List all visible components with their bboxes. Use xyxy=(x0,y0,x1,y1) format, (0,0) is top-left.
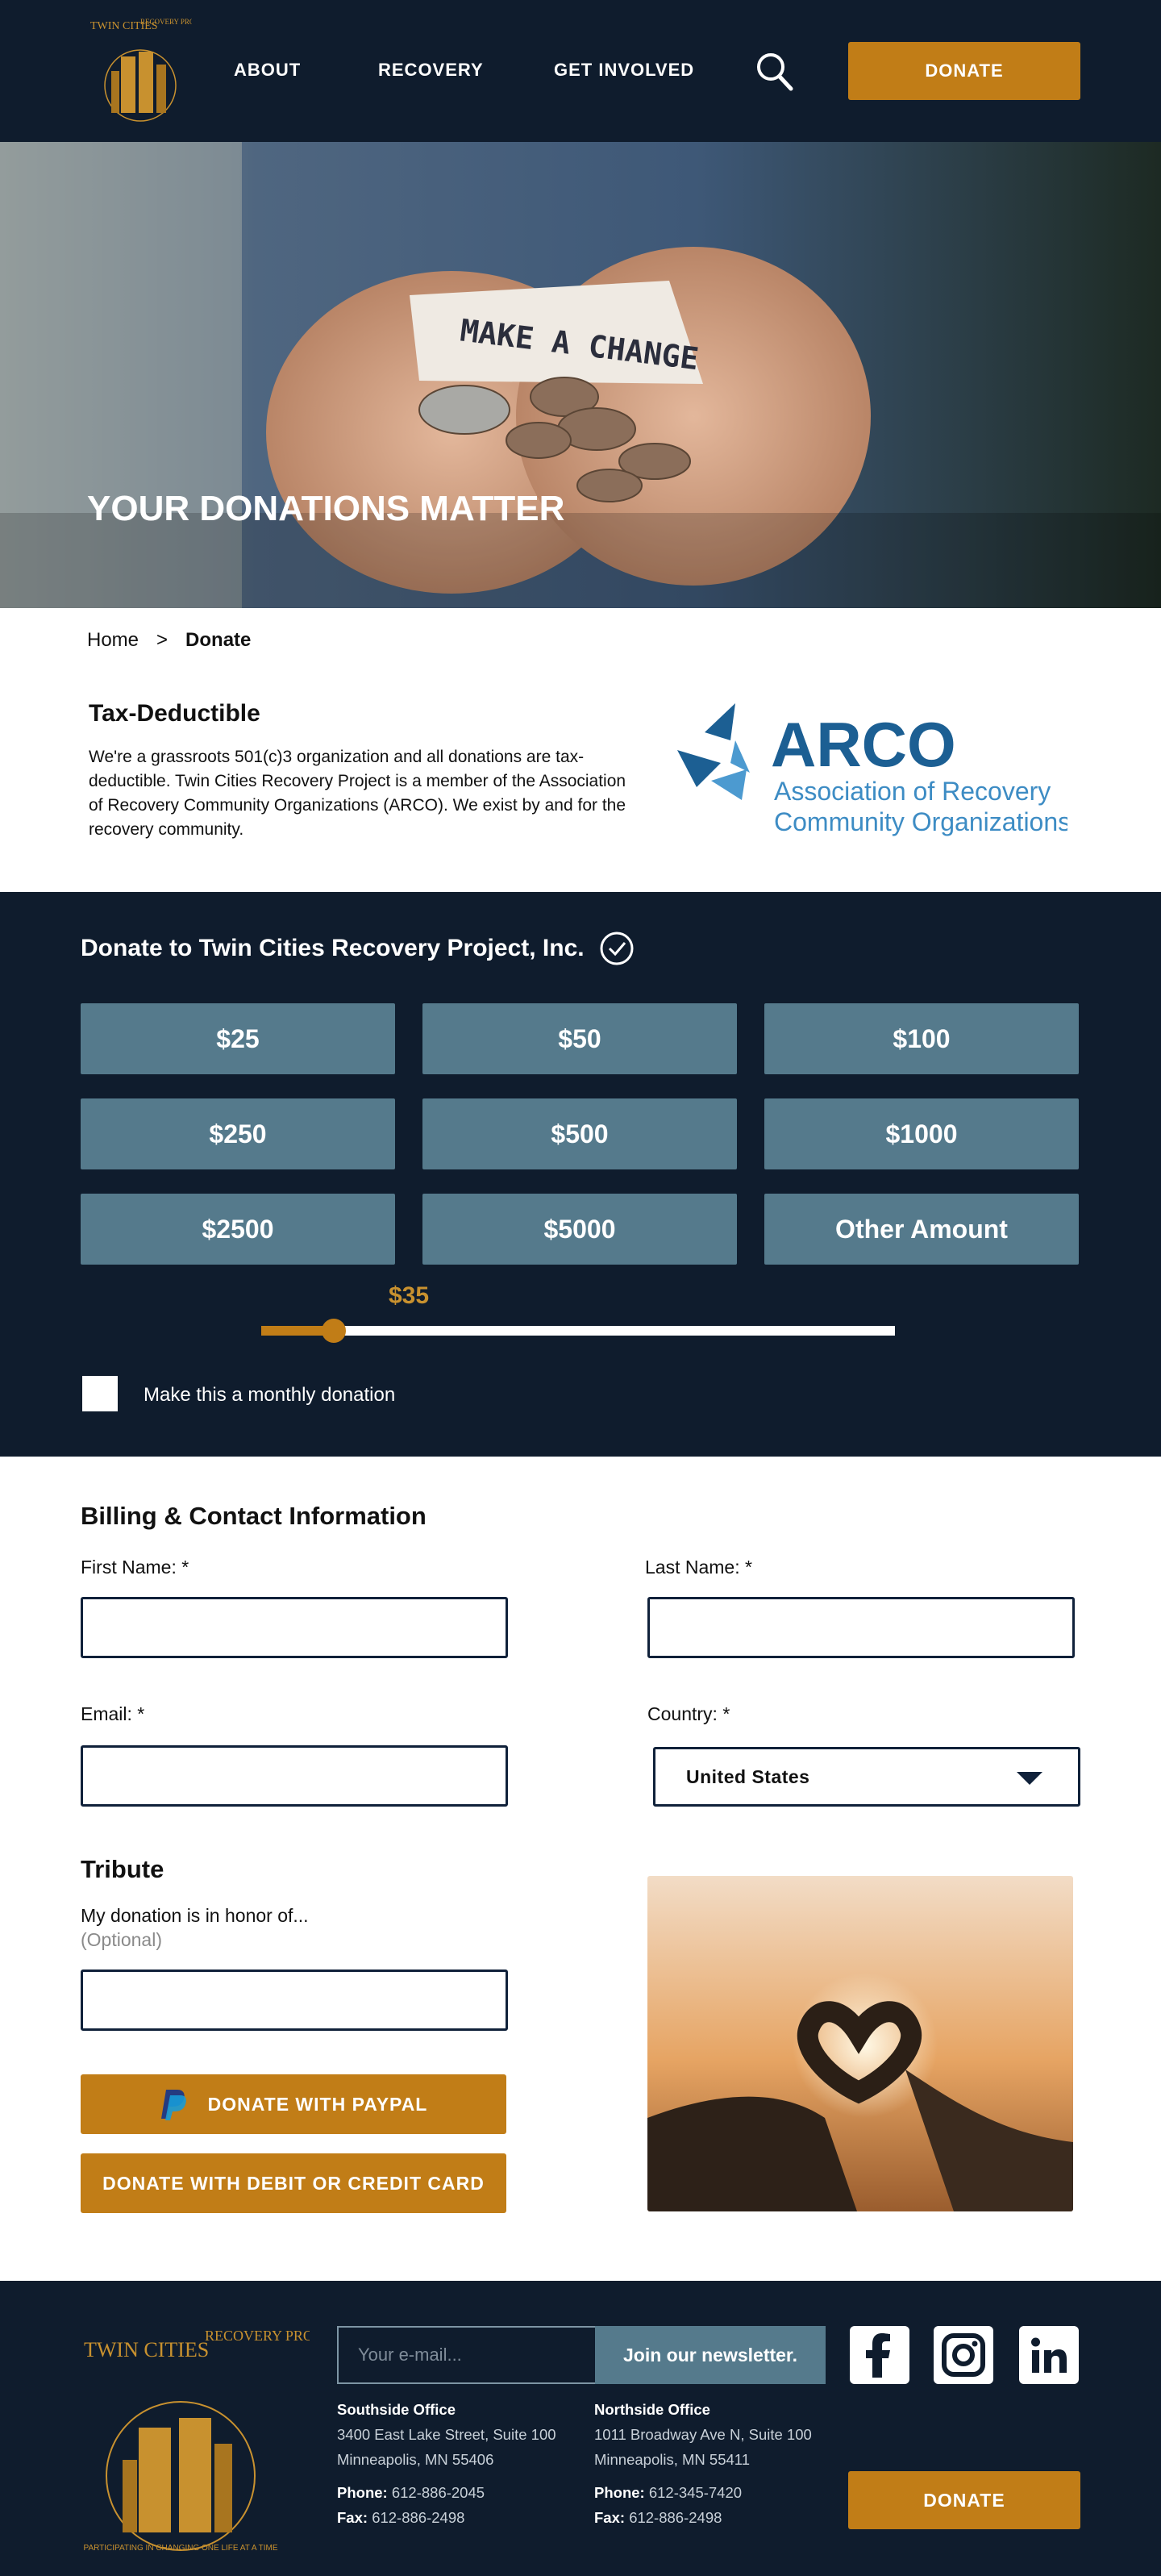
facebook-icon[interactable] xyxy=(850,2326,909,2384)
monthly-checkbox[interactable] xyxy=(82,1376,118,1411)
svg-text:RECOVERY PROJECT INC.: RECOVERY PROJECT INC. xyxy=(205,2328,310,2344)
amount-100[interactable]: $100 xyxy=(764,1003,1079,1074)
check-circle-icon xyxy=(600,932,634,965)
donate-footer-button[interactable]: DONATE xyxy=(848,2471,1080,2529)
instagram-icon[interactable] xyxy=(934,2326,993,2384)
newsletter-join-button[interactable]: Join our newsletter. xyxy=(595,2326,826,2384)
newsletter-form: Your e-mail... Join our newsletter. xyxy=(337,2326,826,2384)
amount-2500[interactable]: $2500 xyxy=(81,1194,395,1265)
donate-card-button[interactable]: DONATE WITH DEBIT OR CREDIT CARD xyxy=(81,2153,506,2213)
donate-title: Donate to Twin Cities Recovery Project, … xyxy=(81,931,635,966)
tax-title: Tax-Deductible xyxy=(89,700,260,727)
svg-text:RECOVERY PROJECT INC.: RECOVERY PROJECT INC. xyxy=(140,18,192,26)
breadcrumb-current: Donate xyxy=(185,629,252,651)
billing-title: Billing & Contact Information xyxy=(81,1502,427,1530)
tribute-field[interactable] xyxy=(81,1970,508,2031)
hero-banner: MAKE A CHANGE xyxy=(0,142,1161,608)
search-icon[interactable] xyxy=(755,50,795,94)
arco-logo[interactable]: ARCO Association of Recovery Community O… xyxy=(672,692,1071,845)
amount-25[interactable]: $25 xyxy=(81,1003,395,1074)
svg-text:ARCO: ARCO xyxy=(771,709,956,780)
svg-text:PARTICIPATING IN CHANGING ONE: PARTICIPATING IN CHANGING ONE LIFE AT A … xyxy=(84,2544,278,2553)
donate-header-button[interactable]: DONATE xyxy=(848,42,1080,100)
tribute-optional-label: (Optional) xyxy=(81,1929,162,1950)
footer-logo[interactable]: TWIN CITIES RECOVERY PROJECT INC. PARTIC… xyxy=(84,2323,379,2557)
paypal-icon xyxy=(160,2090,186,2120)
site-header: TWIN CITIES RECOVERY PROJECT INC. ABOUT … xyxy=(0,0,1161,142)
hero-image: MAKE A CHANGE xyxy=(0,142,1161,608)
email-label: Email: * xyxy=(81,1703,145,1724)
country-label: Country: * xyxy=(647,1703,730,1724)
svg-text:TWIN CITIES: TWIN CITIES xyxy=(84,2338,209,2361)
amount-5000[interactable]: $5000 xyxy=(422,1194,737,1265)
donation-section: Donate to Twin Cities Recovery Project, … xyxy=(0,892,1161,1457)
site-logo[interactable]: TWIN CITIES RECOVERY PROJECT INC. xyxy=(87,15,227,127)
svg-text:Association of Recovery: Association of Recovery xyxy=(774,777,1051,806)
nav-about[interactable]: ABOUT xyxy=(234,60,301,81)
amount-500[interactable]: $500 xyxy=(422,1098,737,1169)
chevron-down-icon xyxy=(1017,1772,1042,1785)
tribute-title: Tribute xyxy=(81,1855,164,1883)
breadcrumb: Home > Donate xyxy=(87,629,251,652)
heart-hands-photo xyxy=(647,1876,1073,2211)
country-value: United States xyxy=(686,1765,810,1787)
slider-value: $35 xyxy=(389,1282,430,1309)
site-footer: TWIN CITIES RECOVERY PROJECT INC. PARTIC… xyxy=(0,2281,1161,2576)
amount-slider[interactable] xyxy=(261,1319,895,1343)
country-select[interactable]: United States xyxy=(653,1747,1080,1807)
southside-office: Southside Office 3400 East Lake Street, … xyxy=(337,2401,556,2526)
hero-title: YOUR DONATIONS MATTER xyxy=(87,489,565,528)
amount-250[interactable]: $250 xyxy=(81,1098,395,1169)
first-name-label: First Name: * xyxy=(81,1557,189,1578)
tax-deductible-block: Tax-Deductible We're a grassroots 501(c)… xyxy=(89,700,637,842)
svg-text:Community Organizations: Community Organizations xyxy=(774,807,1067,836)
amount-50[interactable]: $50 xyxy=(422,1003,737,1074)
amount-1000[interactable]: $1000 xyxy=(764,1098,1079,1169)
nav-recovery[interactable]: RECOVERY xyxy=(378,60,484,81)
last-name-label: Last Name: * xyxy=(645,1557,752,1578)
amount-other[interactable]: Other Amount xyxy=(764,1194,1079,1265)
first-name-field[interactable] xyxy=(81,1597,508,1658)
slider-handle[interactable] xyxy=(322,1319,347,1343)
nav-get-involved[interactable]: GET INVOLVED xyxy=(554,60,694,81)
donate-paypal-button[interactable]: DONATE WITH PAYPAL xyxy=(81,2074,506,2134)
last-name-field[interactable] xyxy=(647,1597,1075,1658)
newsletter-email-input[interactable]: Your e-mail... xyxy=(337,2326,595,2384)
linkedin-icon[interactable] xyxy=(1019,2326,1079,2384)
tax-body: We're a grassroots 501(c)3 organization … xyxy=(89,748,626,839)
breadcrumb-separator: > xyxy=(156,629,169,651)
monthly-label: Make this a monthly donation xyxy=(144,1384,396,1406)
email-field[interactable] xyxy=(81,1745,508,1807)
breadcrumb-home[interactable]: Home xyxy=(87,629,139,652)
tribute-honor-label: My donation is in honor of... xyxy=(81,1905,309,1926)
northside-office: Northside Office 1011 Broadway Ave N, Su… xyxy=(594,2401,812,2526)
